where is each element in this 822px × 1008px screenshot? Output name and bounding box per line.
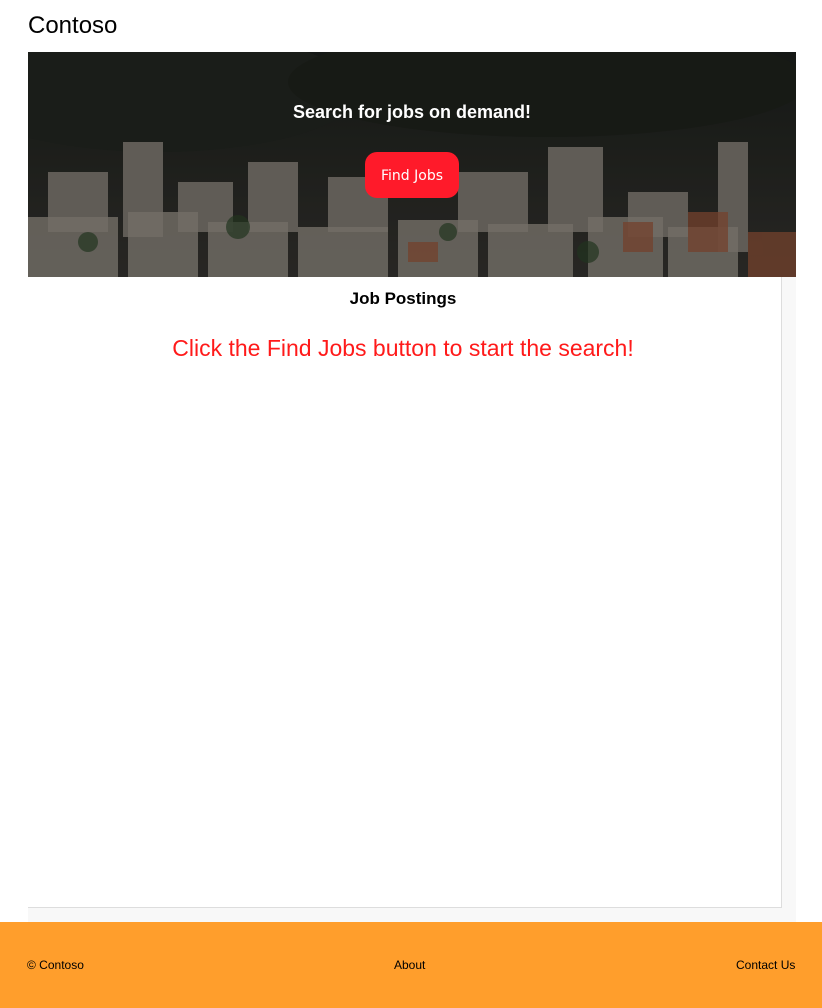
search-prompt-message: Click the Find Jobs button to start the … [172, 335, 634, 361]
job-postings-title: Job Postings [349, 289, 457, 308]
brand-logo[interactable]: Contoso [28, 11, 117, 41]
find-jobs-button[interactable]: Find Jobs [365, 152, 459, 198]
footer-contact-link[interactable]: Contact Us [736, 958, 795, 972]
job-postings-panel[interactable]: Job Postings Click the Find Jobs button … [28, 277, 782, 908]
footer-about-link[interactable]: About [394, 958, 425, 972]
job-postings-frame: Job Postings Click the Find Jobs button … [28, 277, 796, 922]
footer: © Contoso About Contact Us [0, 922, 822, 1008]
page: Contoso Search for jobs on demand! Find … [0, 0, 822, 1008]
hero-banner: Search for jobs on demand! Find Jobs [28, 52, 796, 277]
hero-title: Search for jobs on demand! [292, 102, 532, 122]
footer-copyright: © Contoso [27, 958, 84, 972]
